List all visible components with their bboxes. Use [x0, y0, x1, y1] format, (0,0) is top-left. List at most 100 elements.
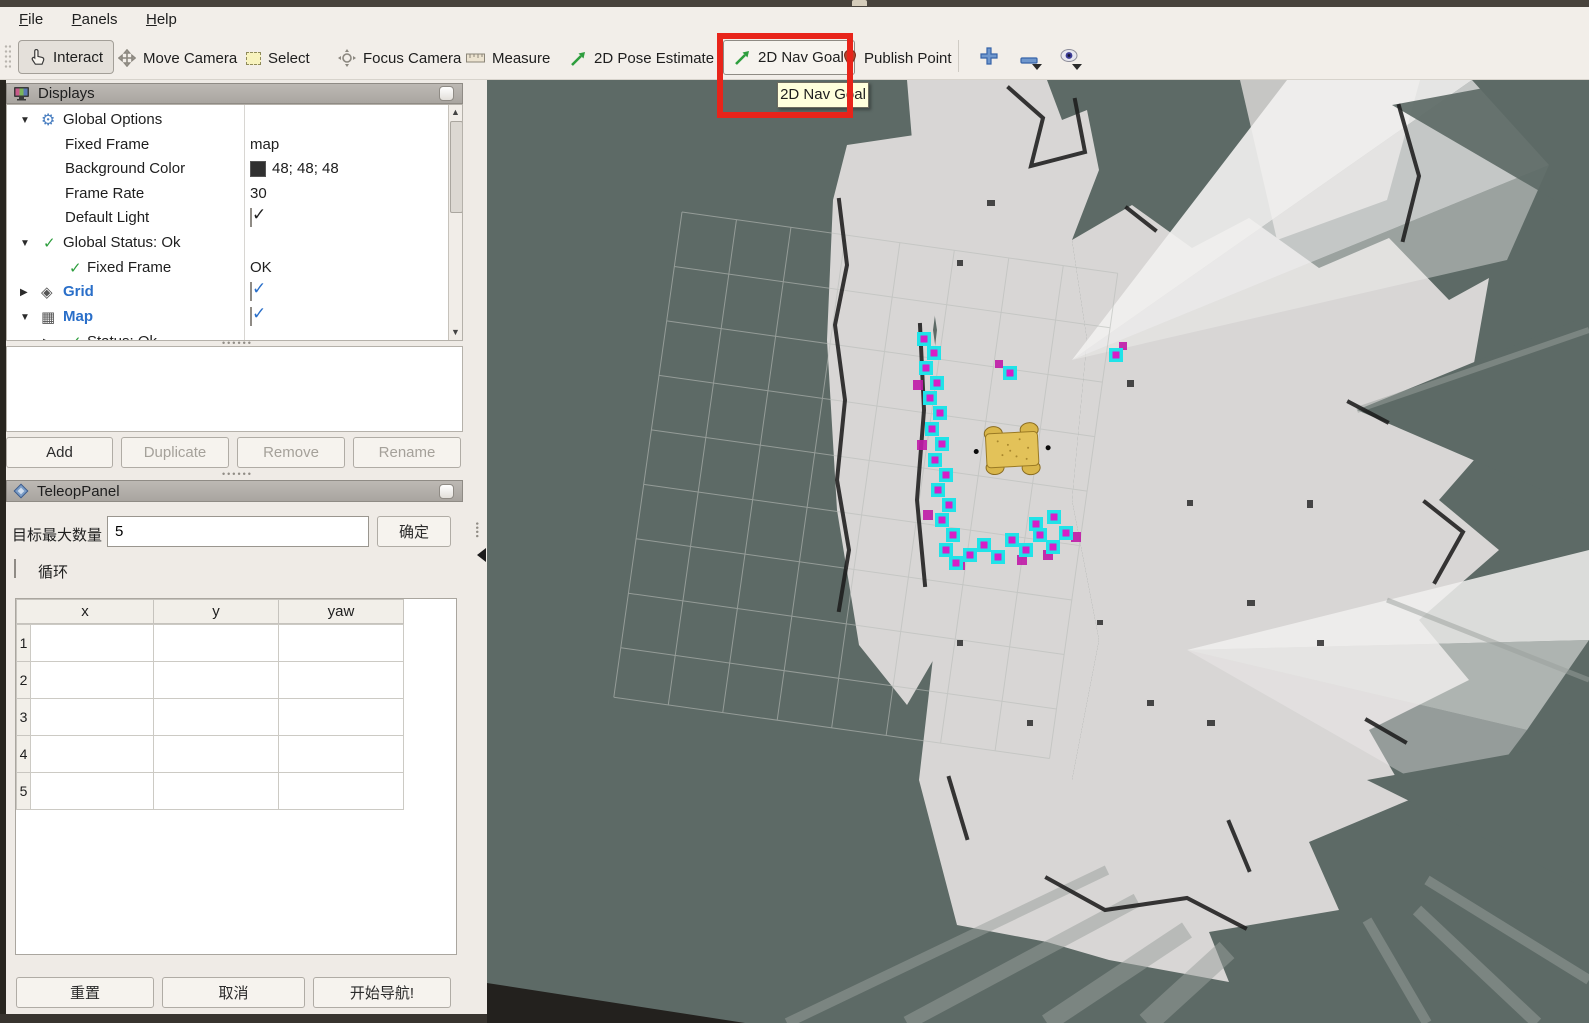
start-navigation-button[interactable]: 开始导航! [313, 977, 451, 1008]
tree-row-global-status[interactable]: ▼ ✓ Global Status: Ok [7, 232, 448, 256]
row-header-1[interactable]: 1 [16, 624, 31, 662]
gear-icon: ⚙ [41, 110, 55, 130]
row-label: Fixed Frame [65, 136, 149, 153]
menu-help[interactable]: Help [141, 10, 182, 29]
cell-5-x[interactable] [30, 772, 154, 810]
measure-label: Measure [492, 50, 550, 67]
cell-4-x[interactable] [30, 735, 154, 773]
desktop-edge-left [0, 80, 6, 1023]
splitter-handle[interactable]: •••••• [222, 469, 253, 479]
cell-2-yaw[interactable] [278, 661, 404, 699]
row-header-2[interactable]: 2 [16, 661, 31, 699]
default-light-checkbox[interactable]: ✓ [250, 208, 252, 227]
frame-rate-value[interactable]: 30 [250, 185, 267, 202]
column-header-yaw[interactable]: yaw [278, 599, 404, 624]
status-ok-check-icon: ✓ [69, 259, 82, 277]
cell-2-x[interactable] [30, 661, 154, 699]
tree-row-map[interactable]: ▼ ▦ Map ✓ [7, 306, 448, 330]
add-display-button[interactable]: Add [6, 437, 113, 468]
fixed-frame-status-value: OK [250, 259, 272, 276]
color-swatch[interactable] [250, 161, 266, 177]
focus-camera-tool[interactable]: Focus Camera [338, 47, 461, 69]
cell-1-yaw[interactable] [278, 624, 404, 662]
render-view[interactable] [487, 80, 1589, 1023]
tree-scrollbar[interactable]: ▲ ▼ [448, 105, 463, 341]
rename-display-button[interactable]: Rename [353, 437, 461, 468]
toolbar-drag-handle[interactable] [4, 44, 11, 70]
cell-4-yaw[interactable] [278, 735, 404, 773]
remove-display-button[interactable]: Remove [237, 437, 345, 468]
cell-3-x[interactable] [30, 698, 154, 736]
row-label: Grid [63, 283, 94, 300]
cancel-button[interactable]: 取消 [162, 977, 305, 1008]
tree-row-background-color[interactable]: Background Color 48; 48; 48 [7, 158, 448, 182]
duplicate-label: Duplicate [144, 444, 207, 461]
focus-camera-icon [338, 49, 356, 67]
panel-diamond-icon [13, 483, 29, 499]
scrollbar-thumb[interactable] [450, 121, 463, 213]
tree-row-default-light[interactable]: Default Light ✓ [7, 207, 448, 231]
column-header-y[interactable]: y [153, 599, 279, 624]
expanded-arrow-icon[interactable]: ▼ [20, 238, 30, 249]
cell-4-y[interactable] [153, 735, 279, 773]
row-header-3[interactable]: 3 [16, 698, 31, 736]
panel-splitter-handle[interactable]: •••• [472, 522, 482, 539]
waypoint-table[interactable]: x y yaw 1 2 3 4 5 [15, 598, 457, 955]
row-header-5[interactable]: 5 [16, 772, 31, 810]
cell-5-yaw[interactable] [278, 772, 404, 810]
collapsed-arrow-icon[interactable]: ▶ [43, 337, 51, 341]
map-canvas [487, 80, 1589, 1023]
expanded-arrow-icon[interactable]: ▼ [20, 115, 30, 126]
expanded-arrow-icon[interactable]: ▼ [20, 312, 30, 323]
collapse-panel-arrow[interactable] [477, 548, 486, 562]
displays-tree[interactable]: ▼ ⚙ Global Options Fixed Frame map Backg… [6, 104, 463, 341]
menu-panels[interactable]: Panels [67, 10, 123, 29]
remove-label: Remove [263, 444, 319, 461]
row-header-4[interactable]: 4 [16, 735, 31, 773]
menu-file[interactable]: File [14, 10, 48, 29]
reset-button[interactable]: 重置 [16, 977, 154, 1008]
row-label: Global Options [63, 111, 162, 128]
cell-3-y[interactable] [153, 698, 279, 736]
map-checkbox[interactable]: ✓ [250, 307, 252, 326]
remove-tool-dropdown[interactable] [1032, 64, 1042, 70]
tree-row-fixed-frame[interactable]: Fixed Frame map [7, 134, 448, 158]
duplicate-display-button[interactable]: Duplicate [121, 437, 229, 468]
scroll-up-icon[interactable]: ▲ [451, 107, 460, 117]
displays-panel-title: Displays [38, 85, 95, 102]
confirm-button[interactable]: 确定 [377, 516, 451, 547]
row-label: Status: Ok [87, 333, 157, 341]
publish-point-tool[interactable]: Publish Point [843, 47, 952, 69]
move-camera-tool[interactable]: Move Camera [118, 47, 237, 69]
collapsed-arrow-icon[interactable]: ▶ [20, 287, 28, 298]
cell-1-x[interactable] [30, 624, 154, 662]
tree-row-global-options[interactable]: ▼ ⚙ Global Options [7, 109, 448, 133]
background-color-value[interactable]: 48; 48; 48 [272, 160, 339, 177]
grid-checkbox[interactable]: ✓ [250, 282, 252, 301]
measure-tool[interactable]: Measure [466, 47, 550, 69]
pose-estimate-tool[interactable]: 2D Pose Estimate [570, 47, 714, 69]
cell-2-y[interactable] [153, 661, 279, 699]
visibility-tool-dropdown[interactable] [1072, 64, 1082, 70]
cell-3-yaw[interactable] [278, 698, 404, 736]
toolbar-separator [958, 40, 959, 72]
select-tool[interactable]: Select [246, 47, 310, 69]
select-icon [246, 52, 261, 65]
loop-checkbox[interactable] [14, 559, 16, 578]
displays-panel-float-button[interactable] [439, 86, 454, 101]
displays-panel-header[interactable]: Displays [6, 83, 463, 104]
interact-tool-button[interactable]: Interact [18, 40, 114, 74]
tree-row-frame-rate[interactable]: Frame Rate 30 [7, 183, 448, 207]
goal-max-count-input[interactable] [107, 516, 369, 547]
cell-5-y[interactable] [153, 772, 279, 810]
tree-row-grid[interactable]: ▶ ◈ Grid ✓ [7, 281, 448, 305]
scroll-down-icon[interactable]: ▼ [451, 327, 460, 337]
tree-row-fixed-frame-status[interactable]: ✓ Fixed Frame OK [7, 257, 448, 281]
teleop-panel-float-button[interactable] [439, 484, 454, 499]
fixed-frame-value[interactable]: map [250, 136, 279, 153]
column-header-x[interactable]: x [16, 599, 154, 624]
teleop-panel-header[interactable]: TeleopPanel [6, 480, 463, 502]
add-tool-button[interactable] [980, 47, 998, 70]
window-titlebar [0, 0, 1589, 7]
cell-1-y[interactable] [153, 624, 279, 662]
